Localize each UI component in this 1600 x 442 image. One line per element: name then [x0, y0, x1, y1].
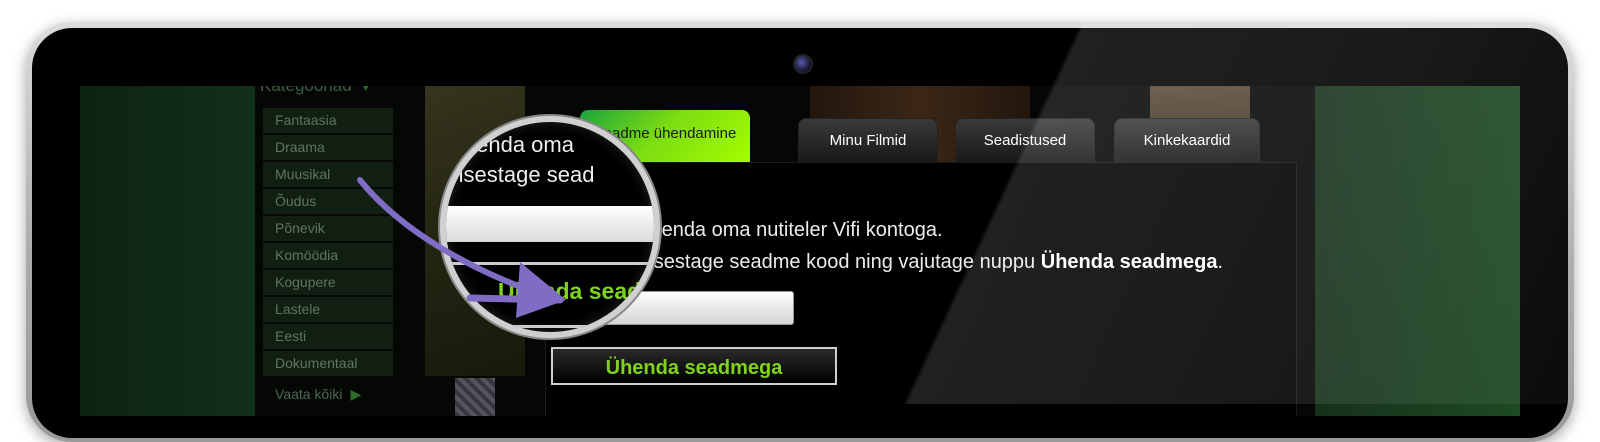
pointer-arrow-icon	[357, 177, 566, 318]
